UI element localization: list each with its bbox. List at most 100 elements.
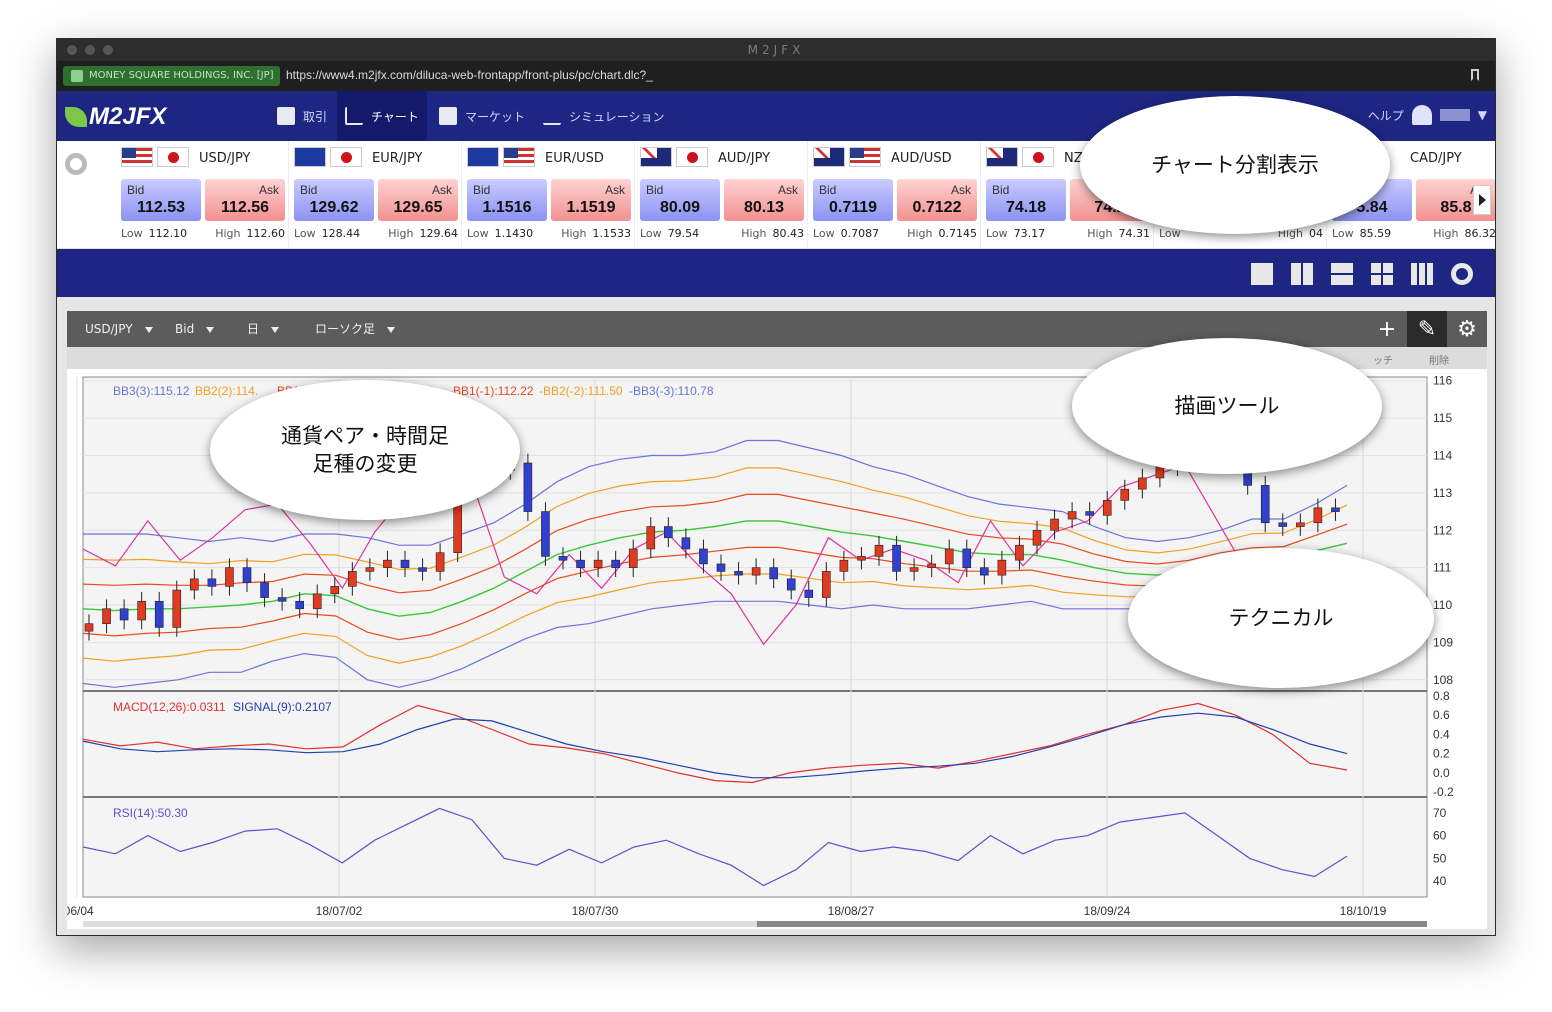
- ask-button[interactable]: Ask 1.1519: [551, 179, 631, 221]
- candle-body: [804, 589, 814, 598]
- x-tick-label: 18/07/02: [316, 904, 363, 918]
- nav-item-trade[interactable]: 取引: [269, 91, 335, 141]
- rate-card[interactable]: EUR/USD Bid 1.1516 Ask 1.1519 Low 1.1430 Hi…: [463, 141, 635, 249]
- chart-type-select[interactable]: ローソク足: [315, 311, 395, 347]
- candle-body: [909, 567, 919, 572]
- rate-card[interactable]: USD/JPY Bid 112.53 Ask 112.56 Low 112.10 Hi…: [117, 141, 289, 249]
- rate-card[interactable]: AUD/JPY Bid 80.09 Ask 80.13 Low 79.54 High 8…: [636, 141, 808, 249]
- address-bar[interactable]: MONEY SQUARE HOLDINGS, INC. [JP] https:/…: [57, 61, 1495, 91]
- flag-jp-icon: [157, 147, 189, 167]
- nav-item-market[interactable]: マーケット: [431, 91, 533, 141]
- callout-tech: テクニカル: [1128, 548, 1434, 688]
- candle-body: [857, 556, 866, 561]
- bid-button[interactable]: Bid 112.53: [121, 179, 201, 221]
- layout-six-icon[interactable]: [1411, 263, 1433, 285]
- gear-icon[interactable]: [65, 153, 87, 175]
- candle-body: [681, 537, 691, 550]
- pair-name: AUD/USD: [891, 151, 952, 166]
- layout-horizontal-split-icon[interactable]: [1331, 263, 1353, 285]
- ask-button[interactable]: Ask 129.65: [378, 179, 458, 221]
- bid-button[interactable]: Bid 0.7119: [813, 179, 893, 221]
- leaf-logo-icon: [65, 107, 87, 127]
- bb-legend: -BB2(-2):111.50: [539, 384, 623, 398]
- user-icon[interactable]: [1411, 105, 1432, 125]
- layout-vertical-split-icon[interactable]: [1291, 263, 1313, 285]
- nav-label: チャート: [371, 109, 419, 124]
- low-high: Low 79.54 High 80.43: [640, 227, 804, 240]
- bid-button[interactable]: Bid 129.62: [294, 179, 374, 221]
- scroll-right-button[interactable]: [1473, 185, 1491, 215]
- ask-button[interactable]: Ask 80.13: [724, 179, 804, 221]
- help-link[interactable]: ヘルプ: [1368, 107, 1404, 124]
- side-select[interactable]: Bid: [175, 311, 214, 347]
- callout-pair-text-2: 足種の変更: [312, 452, 418, 476]
- high-value: 86.32: [1464, 227, 1496, 240]
- candle-body: [699, 548, 708, 565]
- bid-button[interactable]: Bid 74.18: [986, 179, 1066, 221]
- bid-button[interactable]: Bid 80.09: [640, 179, 720, 221]
- price-tick-label: 113: [1433, 486, 1452, 500]
- crosshair-icon[interactable]: +: [1367, 311, 1407, 347]
- chart-gear-icon[interactable]: ⚙: [1447, 311, 1487, 347]
- pair-name: CAD/JPY: [1410, 151, 1462, 166]
- logo[interactable]: M2JFX: [65, 101, 166, 133]
- x-tick-label: 18/10/19: [1340, 904, 1387, 918]
- rate-card[interactable]: AUD/USD Bid 0.7119 Ask 0.7122 Low 0.7087 Hi…: [809, 141, 981, 249]
- ask-button[interactable]: Ask 0.7122: [897, 179, 977, 221]
- candle-body: [558, 556, 568, 561]
- callout-pair-text-1: 通貨ペア・時間足: [281, 423, 449, 448]
- snap-label[interactable]: ッチ: [1373, 352, 1393, 367]
- delete-label[interactable]: 削除: [1429, 352, 1449, 367]
- candle-body: [154, 600, 164, 628]
- macd-tick-label: 0.4: [1433, 727, 1450, 741]
- nav-label: 取引: [303, 109, 328, 124]
- bookmark-icon[interactable]: [1471, 69, 1479, 81]
- window-controls[interactable]: [67, 45, 113, 55]
- settings-gear-icon[interactable]: [1451, 263, 1473, 285]
- security-badge[interactable]: MONEY SQUARE HOLDINGS, INC. [JP]: [63, 66, 280, 86]
- url-text[interactable]: https://www4.m2jfx.com/diluca-web-fronta…: [286, 68, 653, 82]
- candle-body: [1155, 466, 1165, 479]
- candle-body: [1067, 511, 1077, 520]
- x-tick-label: /06/04: [67, 904, 94, 918]
- low-high: Low 0.7087 High 0.7145: [813, 227, 977, 240]
- flag-jp-icon: [676, 147, 708, 167]
- candle-body: [207, 578, 217, 587]
- chart-tools: + ✎ ⚙: [1367, 311, 1487, 347]
- rsi-tick-label: 70: [1433, 806, 1447, 820]
- nav-item-chart[interactable]: チャート: [337, 91, 427, 141]
- low-label: Low: [294, 227, 316, 240]
- bid-label: Bid: [127, 183, 145, 197]
- timeframe-select[interactable]: 日: [247, 311, 279, 347]
- candle-body: [576, 559, 585, 568]
- layout-single-icon[interactable]: [1251, 263, 1273, 285]
- pencil-icon[interactable]: ✎: [1407, 311, 1447, 347]
- layout-quad-icon[interactable]: [1371, 263, 1393, 285]
- low-label: Low: [813, 227, 835, 240]
- callout-tech-text: テクニカル: [1228, 605, 1334, 630]
- callout-split: チャート分割表示: [1080, 96, 1390, 234]
- nav-item-simulation[interactable]: シミュレーション: [535, 91, 673, 141]
- ask-value: 129.65: [393, 199, 443, 216]
- candle-body: [1015, 544, 1024, 561]
- candle-body: [734, 571, 743, 576]
- chevron-down-icon[interactable]: ▼: [1478, 108, 1487, 122]
- low-label: Low: [1332, 227, 1354, 240]
- candle-body: [102, 608, 111, 625]
- bid-label: Bid: [646, 183, 664, 197]
- window-titlebar: M2JFX: [57, 39, 1495, 61]
- ask-value: 0.7122: [912, 199, 962, 216]
- ask-button[interactable]: Ask 112.56: [205, 179, 285, 221]
- candle-body: [997, 559, 1007, 576]
- candle-body: [1085, 511, 1094, 516]
- x-tick-label: 18/08/27: [828, 904, 875, 918]
- h-scrollbar-thumb[interactable]: [757, 921, 1427, 927]
- flag-us-icon: [849, 147, 881, 167]
- callout-draw: 描画ツール: [1072, 338, 1382, 474]
- macd-tick-label: 0.6: [1433, 708, 1450, 722]
- high-label: High: [561, 227, 587, 240]
- pair-select[interactable]: USD/JPY: [85, 311, 153, 347]
- bid-button[interactable]: Bid 1.1516: [467, 179, 547, 221]
- rate-card[interactable]: EUR/JPY Bid 129.62 Ask 129.65 Low 128.44 Hi…: [290, 141, 462, 249]
- low-label: Low: [467, 227, 489, 240]
